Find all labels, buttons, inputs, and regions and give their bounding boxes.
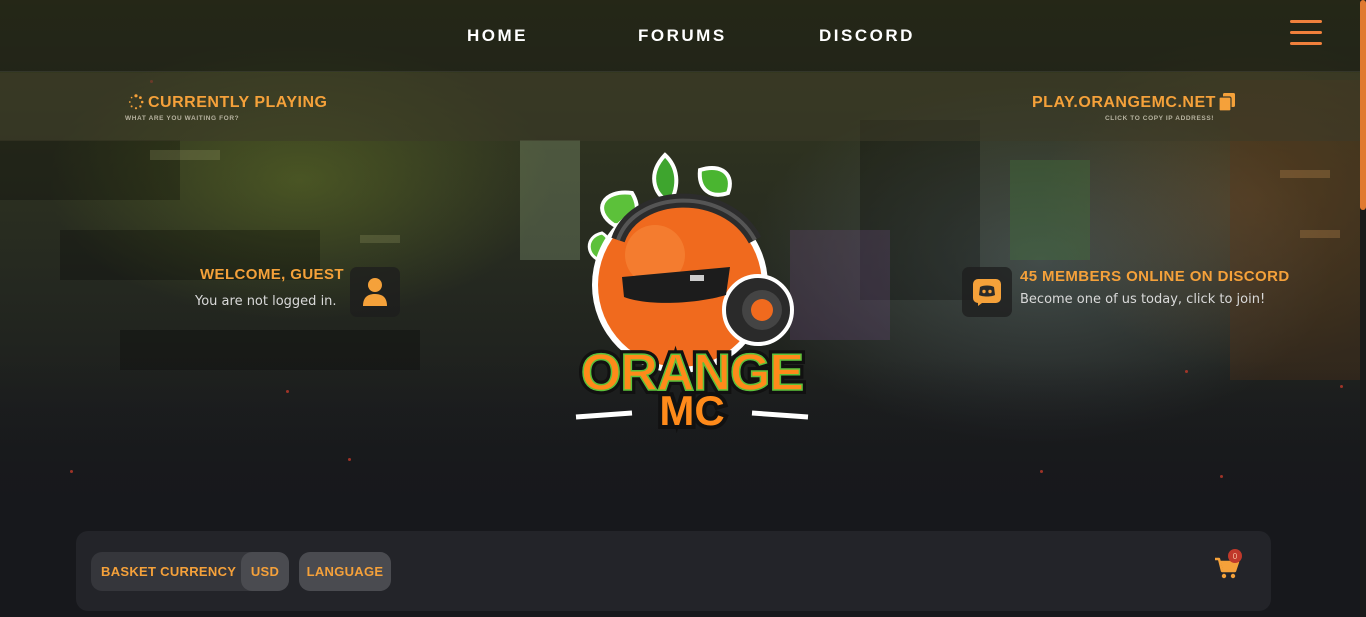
- basket-bar: BASKET CURRENCY USD LANGUAGE 0: [76, 531, 1271, 611]
- nav-discord-link[interactable]: DISCORD: [819, 26, 915, 46]
- nav-home-link[interactable]: HOME: [467, 26, 528, 46]
- hamburger-menu-icon[interactable]: [1290, 20, 1322, 46]
- discord-icon: [973, 279, 1001, 306]
- top-navigation: HOME FORUMS DISCORD: [0, 0, 1366, 72]
- user-button[interactable]: [350, 267, 400, 317]
- nav-forums-link[interactable]: FORUMS: [638, 26, 727, 46]
- cart-count-badge: 0: [1228, 549, 1242, 563]
- ember-particle: [348, 458, 351, 461]
- welcome-title: WELCOME, GUEST: [200, 266, 344, 283]
- ember-particle: [1040, 470, 1043, 473]
- ember-particle: [1340, 385, 1343, 388]
- discord-button[interactable]: [962, 267, 1012, 317]
- scrollbar-thumb[interactable]: [1360, 0, 1366, 210]
- server-ip-subtitle: CLICK TO COPY IP ADDRESS!: [1105, 115, 1215, 122]
- basket-currency-selector[interactable]: BASKET CURRENCY USD: [91, 552, 289, 591]
- currently-playing-subtitle: WHAT ARE YOU WAITING FOR?: [125, 115, 240, 122]
- spinner-icon: [128, 94, 144, 110]
- currently-playing-title: CURRENTLY PLAYING: [148, 94, 328, 111]
- language-button[interactable]: LANGUAGE: [299, 552, 391, 591]
- ember-particle: [70, 470, 73, 473]
- orangemc-logo: ORANGE ORANGE MC: [575, 152, 809, 438]
- welcome-subtitle: You are not logged in.: [195, 294, 337, 309]
- discord-title[interactable]: 45 MEMBERS ONLINE ON DISCORD: [1020, 268, 1290, 285]
- copy-icon[interactable]: [1219, 93, 1235, 111]
- ember-particle: [1220, 475, 1223, 478]
- ember-particle: [286, 390, 289, 393]
- currency-value[interactable]: USD: [241, 552, 289, 591]
- server-ip-button[interactable]: PLAY.ORANGEMC.NET: [1032, 94, 1216, 112]
- logo-text-mc: MC: [659, 387, 724, 434]
- discord-subtitle[interactable]: Become one of us today, click to join!: [1020, 292, 1265, 307]
- page-scrollbar[interactable]: [1360, 0, 1366, 617]
- basket-currency-label: BASKET CURRENCY: [101, 564, 237, 579]
- user-icon: [363, 278, 387, 306]
- ember-particle: [1185, 370, 1188, 373]
